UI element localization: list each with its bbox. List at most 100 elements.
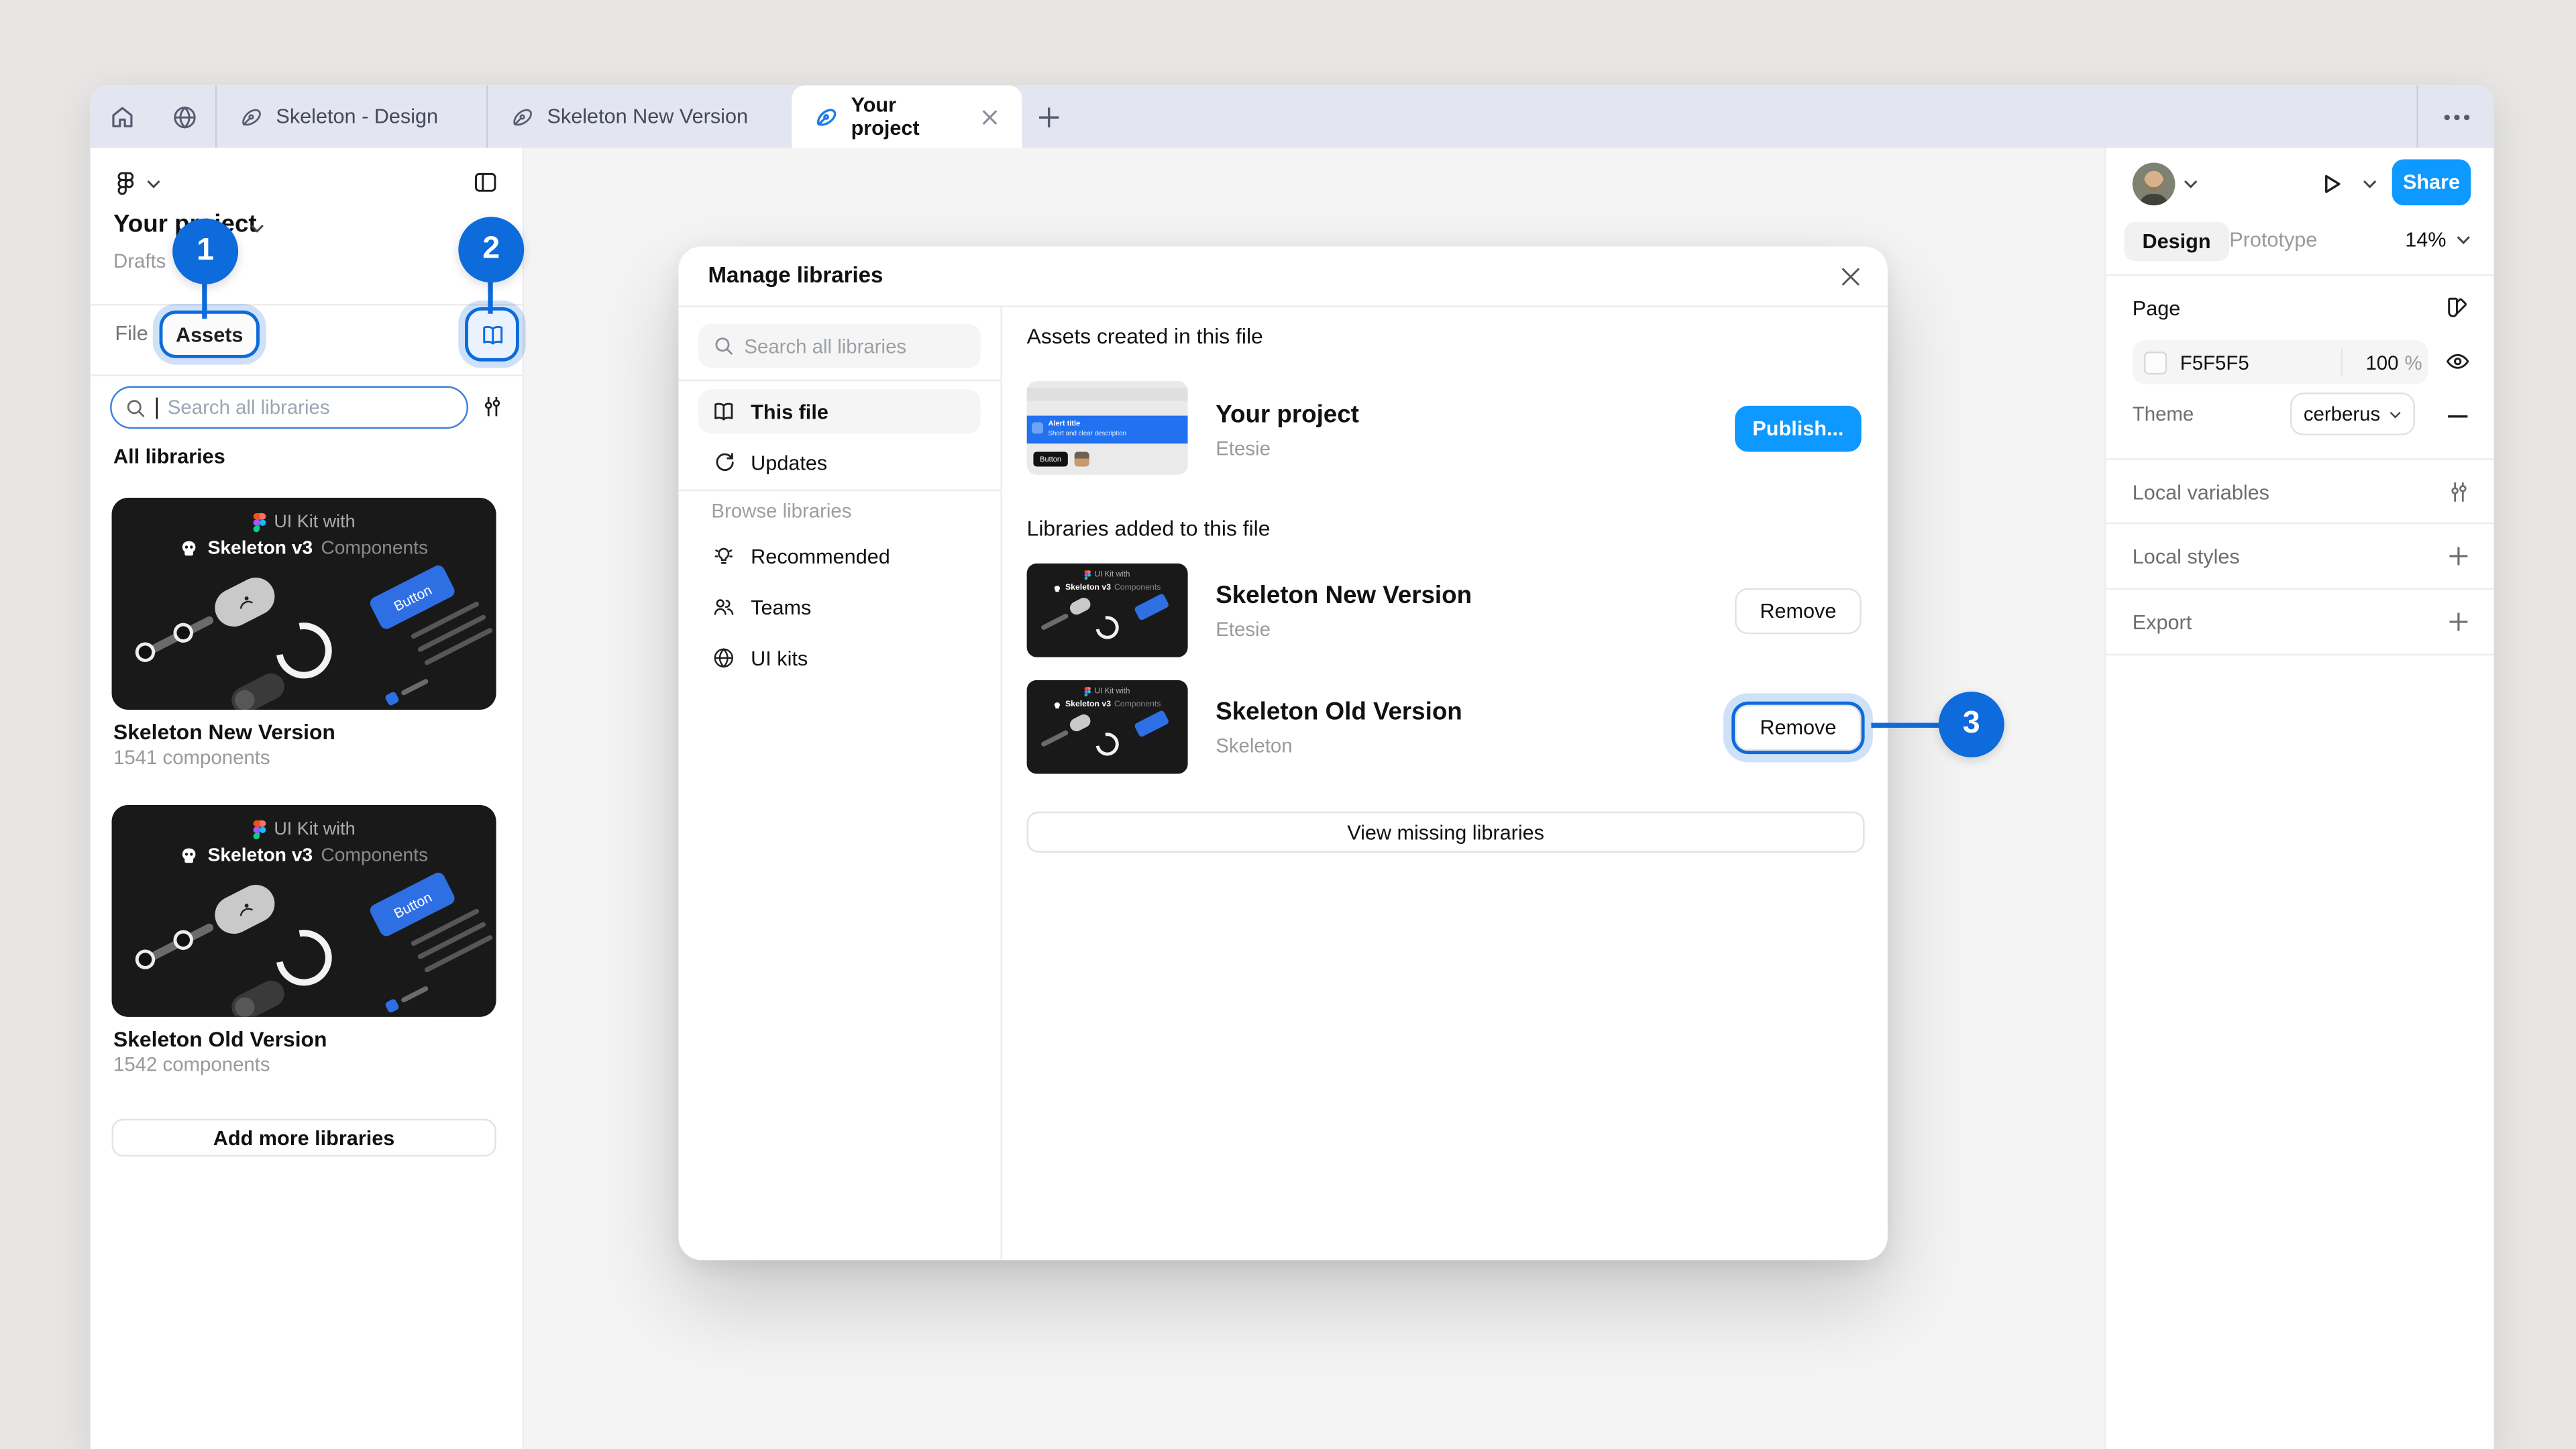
library-components-count: 1542 components	[113, 1053, 270, 1076]
library-name: Skeleton Old Version	[113, 1027, 327, 1052]
new-tab-button[interactable]	[1036, 85, 1061, 148]
callout-step-3: 3	[1939, 692, 2004, 757]
deco-toggle	[227, 669, 289, 710]
libraries-book-button[interactable]	[468, 311, 516, 358]
tab-your-project-active[interactable]: Your project	[792, 85, 1022, 148]
minus-icon[interactable]	[2445, 402, 2471, 429]
view-missing-libraries-button[interactable]: View missing libraries	[1027, 812, 1865, 853]
close-tab-icon[interactable]	[981, 107, 999, 125]
callout-step-1: 1	[172, 219, 238, 284]
chevron-down-icon[interactable]	[250, 223, 264, 233]
figma-file-icon	[240, 105, 263, 128]
figma-file-icon-active	[815, 105, 838, 128]
export-header[interactable]: Export	[2133, 611, 2192, 634]
skull-icon	[180, 846, 199, 865]
library-card-skeleton-new[interactable]: UI Kit with Skeleton v3Components Button	[112, 498, 496, 710]
overflow-menu-button[interactable]	[2418, 85, 2494, 148]
plus-icon[interactable]	[2445, 608, 2471, 634]
nav-ui-kits[interactable]: UI kits	[698, 636, 981, 680]
publish-button[interactable]: Publish...	[1735, 406, 1862, 452]
remove-button-skeleton-new[interactable]: Remove	[1735, 588, 1862, 635]
nav-this-file[interactable]: This file	[698, 389, 981, 433]
chevron-down-icon[interactable]	[146, 179, 161, 189]
screenshot-stage: Skeleton - Design Skeleton New Version Y…	[0, 0, 2576, 1449]
nav-updates[interactable]: Updates	[698, 440, 981, 484]
variables-sliders-icon[interactable]	[2445, 478, 2471, 504]
modal-search[interactable]	[698, 323, 981, 368]
plus-icon[interactable]	[2445, 542, 2471, 568]
figma-file-icon	[511, 105, 534, 128]
tab-assets[interactable]: Assets	[162, 314, 256, 355]
remove-button-skeleton-old[interactable]: Remove	[1735, 705, 1862, 751]
theme-dropdown[interactable]: cerberus	[2290, 392, 2415, 435]
figma-color-logo-icon	[252, 513, 266, 532]
divider	[2106, 654, 2494, 655]
callout-1-stem	[202, 282, 206, 319]
modal-search-input[interactable]	[744, 334, 999, 357]
deco-toggle	[227, 976, 289, 1017]
plus-icon	[1036, 105, 1061, 129]
libraries-section-label: Libraries added to this file	[1027, 516, 1271, 541]
tab-design[interactable]: Design	[2125, 222, 2229, 262]
callout-3-connector	[1871, 723, 1940, 727]
home-tab[interactable]	[91, 85, 153, 148]
swatchbook-icon[interactable]	[2445, 294, 2471, 320]
modal-close-button[interactable]	[1835, 261, 1865, 290]
deco-slider	[132, 913, 223, 972]
thumb-alert-banner: Alert title Short and clear description	[1027, 416, 1188, 444]
page-section-label[interactable]: Page	[2133, 297, 2181, 320]
zoom-control[interactable]: 14%	[2405, 228, 2471, 251]
divider	[2106, 523, 2494, 524]
book-open-icon	[479, 321, 505, 347]
divider	[91, 304, 523, 305]
tab-label: Your project	[851, 94, 968, 140]
divider	[678, 490, 1000, 491]
users-icon	[711, 595, 736, 620]
browse-libraries-label: Browse libraries	[711, 499, 851, 522]
library-row-title: Skeleton Old Version	[1216, 698, 1462, 727]
avatar[interactable]	[2133, 162, 2176, 205]
refresh-icon	[711, 450, 736, 475]
tab-skeleton-design[interactable]: Skeleton - Design	[217, 85, 486, 148]
manage-libraries-modal: Manage libraries This file Updates	[678, 246, 1887, 1260]
modal-content: Assets created in this file Alert title …	[1000, 307, 1887, 1260]
filter-sliders-icon[interactable]	[480, 394, 504, 419]
search-icon	[125, 396, 146, 418]
search-input[interactable]	[168, 396, 453, 419]
present-play-icon[interactable]	[2316, 169, 2346, 199]
figma-logo-menu[interactable]	[113, 166, 138, 200]
tab-file[interactable]: File	[115, 322, 148, 345]
figma-color-logo-icon	[1085, 687, 1091, 697]
book-open-icon	[711, 399, 736, 424]
fill-hex-value[interactable]: F5F5F5	[2180, 351, 2341, 374]
tab-prototype[interactable]: Prototype	[2229, 228, 2317, 251]
panel-toggle-icon[interactable]	[472, 169, 500, 195]
page-fill-field[interactable]: F5F5F5 100 %	[2133, 340, 2428, 384]
file-row-owner: Etesie	[1216, 437, 1271, 460]
local-styles-header[interactable]: Local styles	[2133, 545, 2240, 568]
share-button[interactable]: Share	[2392, 160, 2471, 206]
library-card-skeleton-old[interactable]: UI Kit with Skeleton v3Components Button	[112, 805, 496, 1017]
color-swatch[interactable]	[2144, 351, 2167, 374]
nav-teams[interactable]: Teams	[698, 585, 981, 629]
library-search[interactable]	[110, 386, 468, 429]
file-row-title: Your project	[1216, 401, 1359, 429]
percent-sign: %	[2399, 351, 2428, 374]
home-icon	[107, 103, 136, 131]
chevron-down-icon	[2456, 235, 2471, 245]
local-variables-header[interactable]: Local variables	[2133, 482, 2269, 504]
nav-recommended[interactable]: Recommended	[698, 534, 981, 578]
skull-icon	[180, 539, 199, 558]
deco-slider	[132, 606, 223, 665]
tab-skeleton-new-version[interactable]: Skeleton New Version	[488, 85, 792, 148]
eye-icon[interactable]	[2445, 348, 2471, 374]
community-tab[interactable]	[153, 85, 215, 148]
theme-label: Theme	[2133, 402, 2194, 425]
add-more-libraries-button[interactable]: Add more libraries	[112, 1119, 496, 1157]
search-icon	[713, 335, 735, 357]
chevron-down-icon[interactable]	[2363, 179, 2377, 189]
fill-opacity-value[interactable]: 100	[2343, 351, 2398, 374]
chevron-down-icon	[2388, 410, 2402, 418]
project-thumbnail: Alert title Short and clear description …	[1027, 381, 1188, 475]
chevron-down-icon[interactable]	[2184, 179, 2198, 189]
